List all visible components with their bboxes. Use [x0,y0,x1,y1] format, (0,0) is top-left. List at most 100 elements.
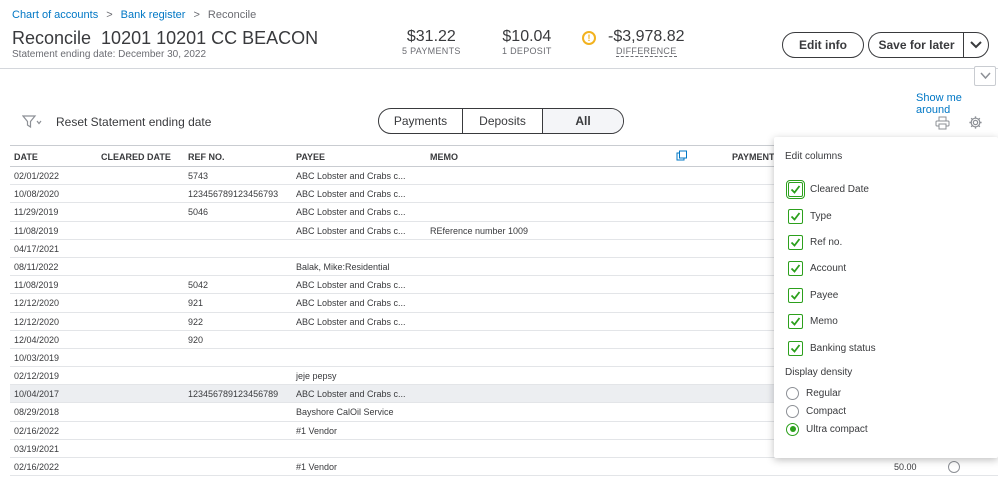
column-option-memo[interactable]: Memo [788,313,838,329]
row-payee: ABC Lobster and Crabs c... [296,189,406,200]
save-for-later-button[interactable]: Save for later [868,32,964,58]
column-option-type[interactable]: Type [788,208,832,224]
density-option-regular[interactable]: Regular [786,385,841,401]
table-row[interactable]: 11/08/2019 ABC Lobster and Crabs c... REfe… [10,222,780,240]
gear-icon[interactable] [968,115,983,135]
row-date: 12/12/2020 [14,316,60,327]
filter-icon[interactable] [21,115,42,134]
table-row[interactable]: 02/16/2022 #1 Vendor [10,422,780,440]
column-header-memo[interactable]: MEMO [430,152,458,162]
table-row[interactable]: 02/16/2022 #1 Vendor [10,458,780,477]
checkbox-cleared-date[interactable] [786,179,805,199]
chevron-down-icon [970,41,982,49]
row-date: 11/08/2019 [14,280,59,291]
breadcrumb-separator: > [106,9,113,21]
table-row[interactable]: 02/12/2019 jeje pepsy [10,367,780,386]
checkbox-account[interactable] [788,260,803,276]
tab-payments[interactable]: Payments [379,109,463,133]
radio-regular[interactable] [786,386,799,400]
tab-deposits[interactable]: Deposits [463,109,543,133]
breadcrumb-bank-register[interactable]: Bank register [121,9,186,21]
table-row[interactable]: 10/03/2019 [10,349,780,368]
reset-statement-date-link[interactable]: Reset Statement ending date [56,115,211,129]
show-me-around-link[interactable]: Show me around [916,92,998,116]
table-row[interactable]: 02/01/2022 5743 ABC Lobster and Crabs c... [10,167,780,186]
row-date: 12/04/2020 [14,334,60,345]
deposit-amount: $10.04 [502,28,552,45]
difference-label[interactable]: DIFFERENCE [616,46,677,57]
row-payee: ABC Lobster and Crabs c... [296,225,406,236]
warning-icon: ! [582,31,596,45]
table-row[interactable]: 10/04/2017 123456789123456789 ABC Lobster … [10,385,780,404]
row-ref: 5743 [188,171,209,181]
table-row[interactable]: 04/17/2021 [10,240,780,258]
row-payee: Balak, Mike:Residential [296,261,390,272]
column-header-date[interactable]: DATE [14,152,38,162]
checkbox-ref-no[interactable] [788,234,803,250]
option-label: Ref no. [810,236,843,248]
row-ref: 922 [188,316,204,327]
checkbox-memo[interactable] [788,313,803,329]
edit-info-button[interactable]: Edit info [782,32,864,58]
row-payment: 50.00 [894,462,917,472]
checkbox-banking-status[interactable] [788,340,803,356]
density-option-ultra-compact[interactable]: Ultra compact [786,421,868,437]
row-date: 04/17/2021 [14,243,60,254]
table-row[interactable]: 08/29/2018 Bayshore CalOil Service [10,403,780,422]
column-option-payee[interactable]: Payee [788,287,838,303]
row-memo: REference number 1009 [430,225,529,236]
row-cleared-radio[interactable] [948,461,960,473]
tab-all[interactable]: All [543,109,623,133]
row-payee: ABC Lobster and Crabs c... [296,280,406,291]
column-header-ref-no[interactable]: REF NO. [188,152,225,162]
row-date: 12/12/2020 [14,298,60,309]
row-payee: Bayshore CalOil Service [296,407,394,418]
column-header-cleared-date[interactable]: CLEARED DATE [101,152,171,162]
print-icon[interactable] [935,116,950,135]
difference-amount: -$3,978.82 [608,28,685,45]
table-row[interactable]: 03/19/2021 [10,440,780,458]
row-ref: 123456789123456789 [188,389,279,400]
column-option-cleared-date[interactable]: Cleared Date [786,179,869,199]
option-label: Regular [806,387,842,399]
table-header: DATE CLEARED DATE REF NO. PAYEE MEMO PAY… [10,145,780,167]
column-option-account[interactable]: Account [788,260,846,276]
option-label: Compact [806,405,847,417]
table-row[interactable]: 08/11/2022 Balak, Mike:Residential [10,258,780,277]
option-label: Banking status [810,342,876,354]
radio-compact[interactable] [786,404,799,418]
radio-ultra-compact[interactable] [786,422,799,436]
statement-ending-date: Statement ending date: December 30, 2022 [12,49,207,60]
breadcrumb-chart-of-accounts[interactable]: Chart of accounts [12,9,98,21]
row-date: 02/01/2022 [14,171,60,181]
row-payee: ABC Lobster and Crabs c... [296,298,406,309]
chevron-down-icon [980,72,991,80]
table-row[interactable]: 10/08/2020 123456789123456793 ABC Lobster … [10,185,780,204]
density-option-compact[interactable]: Compact [786,403,846,419]
payments-count: 5 PAYMENTS [402,46,461,56]
breadcrumb-reconcile: Reconcile [207,9,257,21]
row-ref: 123456789123456793 [188,189,279,200]
column-option-banking-status[interactable]: Banking status [788,340,876,356]
checkbox-payee[interactable] [788,287,803,303]
column-option-ref-no[interactable]: Ref no. [788,234,842,250]
row-date: 10/03/2019 [14,352,60,363]
row-date: 02/12/2019 [14,371,60,382]
table-row[interactable]: 11/29/2019 5046 ABC Lobster and Crabs c... [10,203,780,222]
table-row[interactable]: 12/12/2020 922 ABC Lobster and Crabs c... [10,313,780,331]
checkbox-type[interactable] [788,208,803,224]
copy-icon[interactable] [676,150,688,164]
transactions-table: 02/01/2022 5743 ABC Lobster and Crabs c...… [10,167,780,477]
row-ref: 5042 [188,280,209,291]
column-header-payee[interactable]: PAYEE [296,152,325,162]
breadcrumb: Chart of accounts > Bank register > Reco… [12,9,256,21]
collapse-header-button[interactable] [974,66,996,86]
table-row[interactable]: 12/04/2020 920 [10,331,780,349]
column-header-payment[interactable]: PAYMENT [732,152,775,162]
table-row[interactable]: 11/08/2019 5042 ABC Lobster and Crabs c... [10,276,780,295]
last-row-payment-area: 50.00 [780,458,998,476]
header-divider [0,68,998,69]
save-options-dropdown[interactable] [963,32,989,58]
table-row[interactable]: 12/12/2020 921 ABC Lobster and Crabs c... [10,294,780,313]
deposit-summary: $10.04 1 DEPOSIT [502,28,552,56]
